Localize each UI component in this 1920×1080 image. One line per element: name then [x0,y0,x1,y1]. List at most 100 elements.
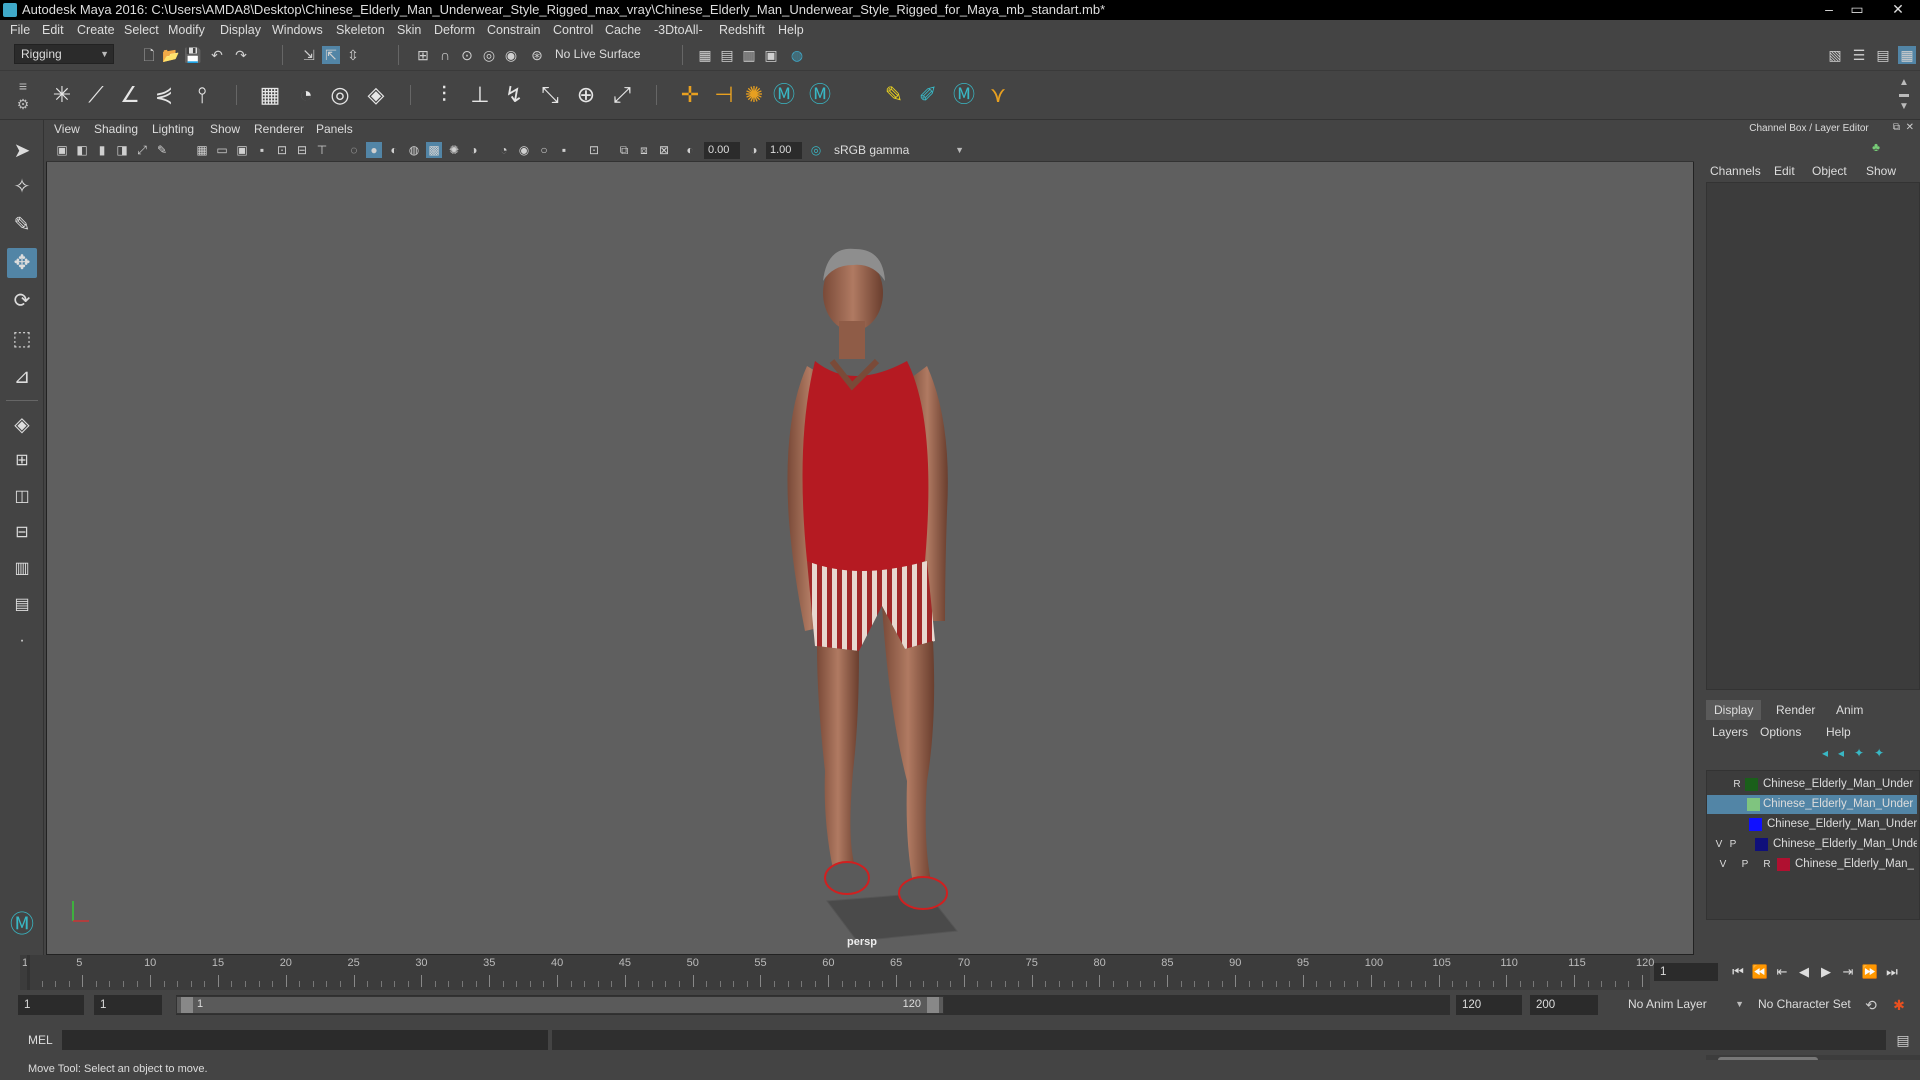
range-start-handle[interactable] [181,997,193,1013]
ipr-render-icon[interactable]: ▥ [740,46,758,64]
step-back-key-icon[interactable]: ⇤ [1772,963,1792,981]
ik-spline-icon[interactable]: ∠ [116,81,144,109]
move-tool-icon[interactable]: ✥ [7,248,37,278]
snap-view-plane-icon[interactable]: ◎ [480,46,498,64]
paint-weights-icon[interactable]: ⊥ [466,81,494,109]
wrap-icon[interactable]: ◎ [326,81,354,109]
select-by-hierarchy-icon[interactable]: ⇲ [300,46,318,64]
snap-point-icon[interactable]: ⊙ [458,46,476,64]
command-input[interactable] [62,1030,548,1050]
shadows-icon[interactable]: ◑ [466,142,482,158]
gamma-icon[interactable]: ◑ [746,142,762,158]
menu-skeleton[interactable]: Skeleton [336,23,385,37]
snap-grid-icon[interactable]: ⊞ [414,46,432,64]
close-panel-icon[interactable]: ✕ [1906,122,1914,133]
layer-color-swatch[interactable] [1749,818,1762,831]
redo-icon[interactable]: ↷ [232,46,250,64]
playback-start-field[interactable]: 1 [94,995,162,1015]
menu-create[interactable]: Create [77,23,115,37]
snap-live-icon[interactable]: ◉ [502,46,520,64]
layer-menu-options[interactable]: Options [1760,725,1801,739]
select-tool-icon[interactable]: ➤ [7,136,37,166]
motion-blur-icon[interactable]: ◉ [516,142,532,158]
range-end-handle[interactable] [927,997,939,1013]
menu-modify[interactable]: Modify [168,23,205,37]
script-editor-icon[interactable]: ▤ [1894,1031,1912,1049]
layer-reference-toggle[interactable]: R [1731,775,1743,794]
select-by-component-icon[interactable]: ⇳ [344,46,362,64]
play-forwards-icon[interactable]: ▶ [1816,963,1836,981]
layer-reference-toggle[interactable]: R [1761,855,1773,874]
command-language-label[interactable]: MEL [28,1033,53,1047]
gamma-field[interactable]: 1.00 [766,142,802,159]
layout-four-icon[interactable]: ⊞ [7,446,37,476]
cluster-icon[interactable]: ◔ [292,81,320,109]
anim-layer-dropdown[interactable]: No Anim Layer ▼ [1622,995,1748,1015]
character-set-dropdown[interactable]: No Character Set [1752,995,1862,1015]
resolution-gate-icon[interactable]: ▣ [234,142,250,158]
menu-windows[interactable]: Windows [272,23,323,37]
3dtoall-logo-icon[interactable]: Ⓜ [770,81,798,109]
joint-tool-icon[interactable]: ✳ [48,81,76,109]
lock-icon[interactable]: ♣ [1872,140,1880,154]
select-by-object-icon[interactable]: ⇱ [322,46,340,64]
render-settings-icon[interactable]: ▦ [696,46,714,64]
layer-row[interactable]: V P R Chinese_Elderly_Man_ [1707,855,1917,874]
3dtoall-m-icon[interactable]: Ⓜ [950,81,978,109]
safe-action-icon[interactable]: ⊟ [294,142,310,158]
view-transform-dropdown[interactable]: sRGB gamma ▼ [828,141,968,161]
animation-end-field[interactable]: 200 [1530,995,1598,1015]
bind-skin-icon[interactable]: ⫶ [430,81,458,109]
new-scene-icon[interactable]: 🗋 [140,46,158,64]
layer-visibility-toggle[interactable]: V [1713,835,1725,854]
step-back-frame-icon[interactable]: ⏪ [1750,963,1770,981]
menu-deform[interactable]: Deform [434,23,475,37]
attribute-editor-icon[interactable]: ☰ [1850,46,1868,64]
paint-skin-icon[interactable]: ✎ [880,81,908,109]
scale-tool-icon[interactable]: ⬚ [7,324,37,354]
insert-joint-icon[interactable]: ⋞ [150,81,178,109]
image-plane-icon[interactable]: ◨ [114,142,130,158]
depth-of-field-icon[interactable]: ▪ [556,142,572,158]
cb-menu-show[interactable]: Show [1866,164,1896,178]
range-bar[interactable]: 1 120 [176,996,944,1014]
3dtoall-tool-icon[interactable]: Ⓜ [806,81,834,109]
open-scene-icon[interactable]: 📂 [162,46,180,64]
lattice-icon[interactable]: ▦ [256,81,284,109]
render-current-frame-icon[interactable]: ▤ [718,46,736,64]
shelf-scroll-icon[interactable]: ▲ ▬ ▼ [1896,77,1912,113]
step-forward-key-icon[interactable]: ⇥ [1838,963,1858,981]
layer-playback-toggle[interactable]: P [1739,855,1751,874]
safe-title-icon[interactable]: ⊤ [314,142,330,158]
layer-menu-help[interactable]: Help [1826,725,1851,739]
mirror-joint-icon[interactable]: ⫯ [188,81,216,109]
wireframe-on-shaded-icon[interactable]: ◍ [406,142,422,158]
menu-set-dropdown[interactable]: Rigging ▼ [14,44,114,64]
layer-action-icons[interactable]: ◂◂✦✦ [1822,746,1918,762]
tab-anim[interactable]: Anim [1828,700,1871,720]
step-forward-frame-icon[interactable]: ⏩ [1860,963,1880,981]
grease-pencil-icon[interactable]: ✎ [154,142,170,158]
layer-row[interactable]: V P Chinese_Elderly_Man_Unde [1707,835,1917,854]
xray-icon[interactable]: ⧉ [616,142,632,158]
auto-key-icon[interactable]: ⟲ [1862,996,1880,1014]
lasso-tool-icon[interactable]: ✧ [7,172,37,202]
menu-help[interactable]: Help [778,23,804,37]
viewport-persp[interactable]: persp [46,120,1694,955]
maximize-button[interactable]: ▭ [1843,0,1871,18]
layer-color-swatch[interactable] [1777,858,1790,871]
panel-menu-view[interactable]: View [54,122,80,136]
minimize-button[interactable]: – [1815,0,1843,18]
exposure-field[interactable]: 0.00 [704,142,740,159]
cb-menu-edit[interactable]: Edit [1774,164,1795,178]
menu-skin[interactable]: Skin [397,23,421,37]
point-constraint-icon[interactable]: ✛ [676,81,704,109]
field-chart-icon[interactable]: ⊡ [274,142,290,158]
layout-single-icon[interactable]: ◈ [7,410,37,440]
camera-attributes-icon[interactable]: ◧ [74,142,90,158]
render-view-icon[interactable]: ▣ [762,46,780,64]
menu-redshift[interactable]: Redshift [719,23,765,37]
smooth-shade-icon[interactable]: ● [366,142,382,158]
current-frame-field[interactable]: 1 [1654,963,1718,981]
camera-select-icon[interactable]: ▣ [54,142,70,158]
